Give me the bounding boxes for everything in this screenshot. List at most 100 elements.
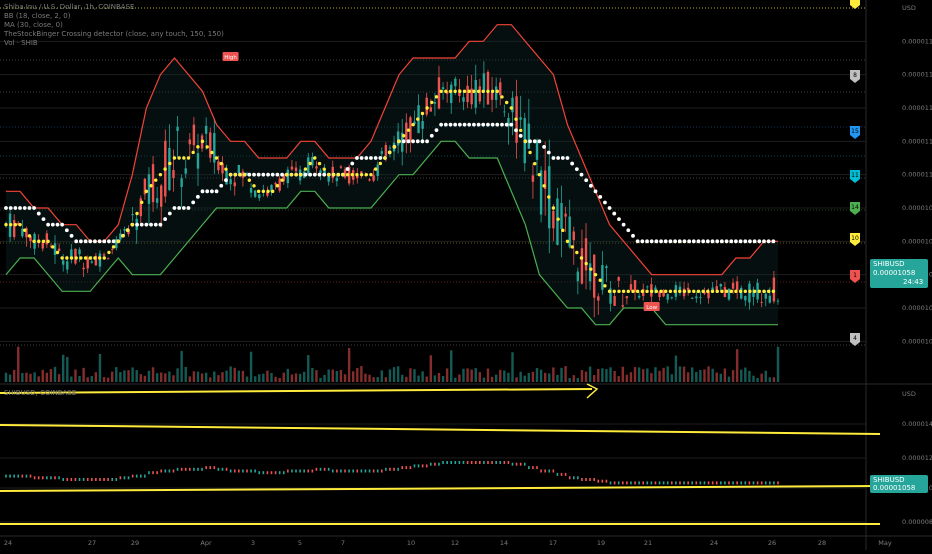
ma-dot — [266, 172, 270, 177]
basis-dot — [205, 145, 209, 149]
legend-detector[interactable]: TheStockBinger Crossing detector (close,… — [4, 30, 224, 39]
basis-dot — [168, 161, 172, 166]
volume-bar — [266, 370, 269, 382]
basis-dot — [743, 289, 747, 294]
volume-bar — [503, 370, 506, 382]
candle-body — [760, 302, 763, 303]
sub-candle — [180, 467, 183, 471]
ma-dot — [626, 228, 631, 233]
volume-bar — [560, 367, 563, 382]
date-tick-label: 29 — [131, 539, 139, 547]
sub-candle — [78, 478, 81, 481]
sub-candle — [642, 481, 645, 485]
ma-dot — [640, 239, 645, 244]
basis-dot — [60, 256, 64, 260]
price-tick-label: 0.00001140 — [902, 104, 932, 112]
sub-candle — [650, 481, 653, 485]
sub-candle — [687, 481, 689, 485]
sub-title[interactable]: SHIBUSD, COINBASE — [4, 389, 76, 398]
candle-body — [335, 177, 339, 182]
sub-price-axis-unit: USD — [902, 390, 916, 398]
marker-label: Low — [646, 305, 657, 311]
sub-candle — [385, 467, 387, 471]
volume-bar — [180, 350, 183, 382]
sub-candle — [123, 476, 126, 480]
basis-dot — [710, 289, 715, 294]
sub-candle — [197, 467, 199, 471]
sub-candle — [331, 469, 334, 473]
candle-body — [111, 249, 114, 251]
volume-bar — [466, 368, 469, 382]
basis-dot — [519, 128, 523, 133]
volume-bar — [368, 374, 371, 382]
date-tick-label: 24 — [710, 539, 718, 547]
legend-bb[interactable]: BB (18, close, 2, 0) — [4, 12, 224, 21]
basis-dot — [748, 289, 752, 294]
ma-dot — [733, 239, 738, 244]
sub-candle — [589, 478, 591, 481]
candle-body — [249, 188, 253, 193]
ma-dot — [406, 139, 411, 144]
candle-body — [678, 286, 682, 290]
legend-ma[interactable]: MA (30, close, 0) — [4, 21, 224, 30]
volume-bar — [719, 373, 723, 382]
ma-dot — [743, 239, 748, 244]
candle-body — [106, 258, 110, 260]
basis-dot — [51, 245, 55, 249]
volume-bar — [339, 369, 343, 382]
basis-dot — [299, 172, 303, 177]
candle-body — [617, 277, 620, 281]
sub-candle — [201, 467, 203, 471]
sub-candle — [364, 469, 367, 473]
basis-dot — [345, 172, 350, 177]
sub-candle — [499, 461, 502, 464]
ma-dot — [570, 161, 575, 166]
basis-dot — [654, 289, 659, 294]
legend-vol[interactable]: Vol · SHIB — [4, 39, 224, 48]
basis-dot — [23, 228, 27, 232]
sub-candle — [556, 472, 559, 476]
volume-bar — [164, 373, 167, 382]
volume-bar — [429, 355, 433, 382]
sub-candle — [421, 464, 424, 468]
sub-candle — [654, 481, 657, 485]
ma-dot — [691, 239, 696, 244]
volume-bar — [548, 373, 551, 382]
volume-bar — [229, 366, 232, 382]
basis-dot — [214, 156, 219, 160]
ma-dot — [88, 239, 93, 244]
basis-dot — [458, 89, 462, 94]
basis-dot — [682, 289, 687, 294]
volume-bar — [613, 371, 616, 382]
ma-dot — [617, 217, 621, 222]
basis-dot — [130, 222, 135, 227]
volume-bar — [662, 367, 665, 382]
ma-dot — [275, 172, 280, 177]
candle-body — [131, 214, 134, 216]
ma-dot — [462, 122, 467, 127]
sub-candle — [413, 464, 416, 468]
volume-bar — [360, 366, 363, 382]
price-tick-label: 0.00001060 — [902, 237, 932, 245]
sub-candle — [299, 469, 301, 473]
volume-bar — [106, 377, 110, 382]
basis-dot — [4, 222, 8, 227]
legend-title[interactable]: Shiba Inu / U.S. Dollar, 1h, COINBASE — [4, 3, 224, 12]
sub-candle — [389, 467, 391, 471]
ma-dot — [649, 239, 654, 244]
basis-dot — [247, 178, 252, 182]
basis-dot — [514, 117, 518, 121]
volume-bar — [772, 377, 776, 382]
volume-bar — [740, 369, 743, 382]
sub-candle — [397, 467, 399, 471]
basis-dot — [191, 150, 195, 155]
volume-bar — [74, 369, 77, 382]
sub-candle — [715, 481, 718, 485]
sub-candle — [95, 478, 97, 481]
candle-body — [294, 167, 298, 172]
ma-dot — [429, 133, 434, 138]
candle-body — [376, 164, 379, 177]
volume-bar — [8, 374, 12, 382]
basis-dot — [734, 289, 738, 294]
volume-bar — [396, 366, 400, 382]
